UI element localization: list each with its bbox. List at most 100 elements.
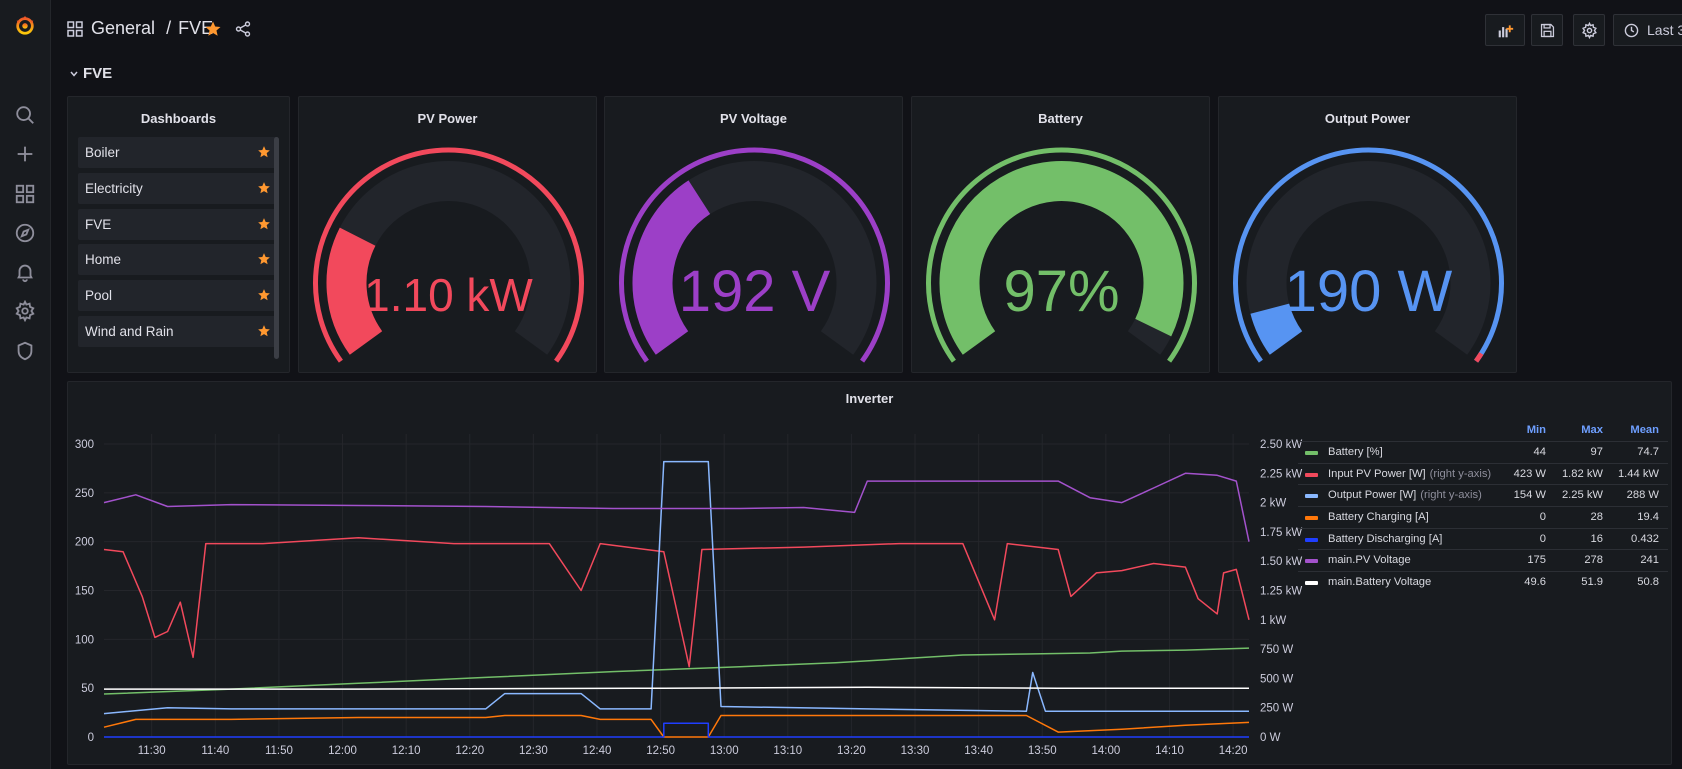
save-dashboard-button[interactable]: [1531, 14, 1563, 46]
shield-icon[interactable]: [11, 337, 39, 365]
pv-voltage-gauge: 192 V: [619, 147, 890, 363]
legend-series-name[interactable]: Output Power [W] (right y-axis): [1328, 489, 1482, 501]
list-scrollbar[interactable]: [274, 137, 279, 359]
legend-value-min: 44: [1533, 446, 1546, 458]
legend-value-max: 28: [1590, 511, 1603, 524]
legend-color-swatch[interactable]: [1305, 494, 1318, 499]
dashboards-panel: Dashboards Boiler Electricity FVE Home Pool W…: [67, 96, 290, 373]
row-title: FVE: [83, 65, 113, 82]
legend-color-swatch[interactable]: [1305, 472, 1318, 477]
legend-value-min: 175: [1527, 554, 1546, 567]
dashboard-list-item[interactable]: Wind and Rain: [78, 315, 278, 347]
legend-row[interactable]: Output Power [W] (right y-axis) 154 W 2.25 …: [1298, 484, 1668, 506]
legend-color-swatch[interactable]: [1305, 581, 1318, 586]
legend-row[interactable]: Battery Discharging [A] 0 16 0.432: [1298, 527, 1668, 550]
legend-series-name[interactable]: main.Battery Voltage: [1328, 576, 1431, 588]
legend-series-name[interactable]: Battery Discharging [A]: [1328, 533, 1442, 545]
legend-row[interactable]: Input PV Power [W] (right y-axis) 423 W 1.8…: [1298, 462, 1668, 485]
sidebar: [0, 0, 51, 769]
favorite-star-icon[interactable]: [257, 181, 271, 195]
dashboard-list-item-label: FVE: [85, 216, 112, 232]
legend-row[interactable]: main.PV Voltage 175 278 241: [1298, 549, 1668, 571]
gauge-value-text: 190 W: [1285, 259, 1453, 324]
favorite-star-icon[interactable]: [257, 217, 271, 231]
legend-series-label: main.Battery Voltage: [1328, 576, 1432, 589]
favorite-star-icon[interactable]: [257, 324, 271, 338]
legend-value-max: 16: [1590, 532, 1603, 545]
add-panel-icon: [1498, 24, 1513, 37]
legend-series-label: Battery [%]: [1328, 446, 1383, 458]
dashboard-list-item[interactable]: Pool: [78, 280, 278, 312]
legend-value-mean: 288 W: [1626, 489, 1659, 502]
chevron-down-icon: [70, 71, 78, 77]
legend-value-max: 278: [1584, 554, 1603, 567]
dashboard-list-item[interactable]: Electricity: [78, 172, 278, 204]
dashboard-list: Boiler Electricity FVE Home Pool Wind and Rai…: [78, 137, 278, 352]
gauge-panel-output-power: Output Power 190 W: [1218, 96, 1517, 373]
legend-header-min[interactable]: Min: [1527, 424, 1546, 436]
plus-icon[interactable]: [11, 140, 39, 168]
gauge-value-arc: [326, 227, 383, 355]
legend-value-mean: 50.8: [1637, 576, 1659, 589]
time-range-label: Last 3 hours: [1647, 22, 1682, 38]
grafana-app: General / FVE Last 3 hours FVE Dashboard…: [0, 0, 1682, 769]
gauge-value-text: 97%: [1003, 259, 1119, 324]
panel-title[interactable]: PV Power: [299, 111, 596, 126]
gauge-threshold-red-segment: [1474, 352, 1484, 363]
legend-series-name[interactable]: Battery [%]: [1328, 446, 1383, 458]
legend-header-mean[interactable]: Mean: [1630, 424, 1659, 436]
gauge-panel-pv-power: PV Power 1.10 kW: [298, 96, 597, 373]
favorite-star-icon[interactable]: [257, 288, 271, 302]
legend-header-max[interactable]: Max: [1581, 424, 1603, 436]
legend-row[interactable]: main.Battery Voltage 49.6 51.9 50.8: [1298, 571, 1668, 593]
legend-row[interactable]: Battery Charging [A] 0 28 19.4: [1298, 506, 1668, 528]
favorite-star-icon[interactable]: [204, 20, 222, 38]
dashboard-list-item[interactable]: FVE: [78, 208, 278, 240]
dashboard-list-item-label: Boiler: [85, 145, 120, 160]
legend-color-swatch[interactable]: [1305, 451, 1318, 455]
time-range-picker[interactable]: Last 3 hours: [1613, 14, 1682, 46]
alerting-bell-icon[interactable]: [11, 258, 39, 286]
legend-rows: Battery [%] 44 97 74.7 Input PV Power [W] (ri…: [1298, 441, 1668, 593]
legend-value-mean: 19.4: [1637, 511, 1659, 524]
favorite-star-icon[interactable]: [257, 145, 271, 159]
panel-title[interactable]: Dashboards: [68, 111, 289, 126]
legend-header: Min Max Mean: [1298, 421, 1668, 441]
gauge-panel-pv-voltage: PV Voltage 192 V: [604, 96, 903, 373]
settings-gear-icon[interactable]: [11, 297, 39, 325]
panel-title[interactable]: Output Power: [1219, 111, 1516, 126]
apps-grid-icon: [67, 21, 83, 37]
breadcrumb: General / FVE: [91, 18, 213, 39]
legend-series-label: Battery Charging [A]: [1328, 511, 1429, 524]
explore-compass-icon[interactable]: [11, 219, 39, 247]
legend-series-label: main.PV Voltage: [1328, 554, 1411, 567]
legend-value-mean: 1.44 kW: [1617, 467, 1659, 480]
panel-title[interactable]: Inverter: [68, 391, 1671, 406]
dashboards-icon[interactable]: [11, 180, 39, 208]
legend-value-max: 2.25 kW: [1561, 489, 1603, 502]
dashboard-list-item-label: Electricity: [85, 180, 143, 196]
panel-title[interactable]: PV Voltage: [605, 111, 902, 126]
grafana-logo-icon[interactable]: [11, 11, 39, 39]
add-panel-button[interactable]: [1485, 14, 1525, 46]
legend-color-swatch[interactable]: [1305, 537, 1318, 542]
legend-series-name[interactable]: Input PV Power [W] (right y-axis): [1328, 468, 1491, 480]
legend-series-name[interactable]: main.PV Voltage: [1328, 554, 1411, 566]
legend-series-name[interactable]: Battery Charging [A]: [1328, 511, 1429, 523]
legend-row[interactable]: Battery [%] 44 97 74.7: [1298, 441, 1668, 463]
legend-color-swatch[interactable]: [1305, 559, 1318, 564]
dashboard-list-item[interactable]: Boiler: [78, 137, 278, 168]
dashboard-list-item[interactable]: Home: [78, 244, 278, 276]
dashboard-settings-button[interactable]: [1573, 14, 1605, 46]
legend-value-mean: 74.7: [1637, 446, 1659, 458]
output-power-gauge: 190 W: [1233, 147, 1504, 363]
favorite-star-icon[interactable]: [257, 252, 271, 266]
legend-color-swatch[interactable]: [1305, 516, 1318, 521]
share-icon[interactable]: [235, 21, 251, 37]
row-collapse-toggle[interactable]: FVE: [69, 65, 112, 82]
legend-axis-note: (right y-axis): [1429, 467, 1492, 480]
breadcrumb-folder[interactable]: General: [91, 18, 155, 38]
panel-title[interactable]: Battery: [912, 111, 1209, 126]
search-icon[interactable]: [11, 101, 39, 129]
legend-value-min: 0: [1539, 511, 1546, 524]
